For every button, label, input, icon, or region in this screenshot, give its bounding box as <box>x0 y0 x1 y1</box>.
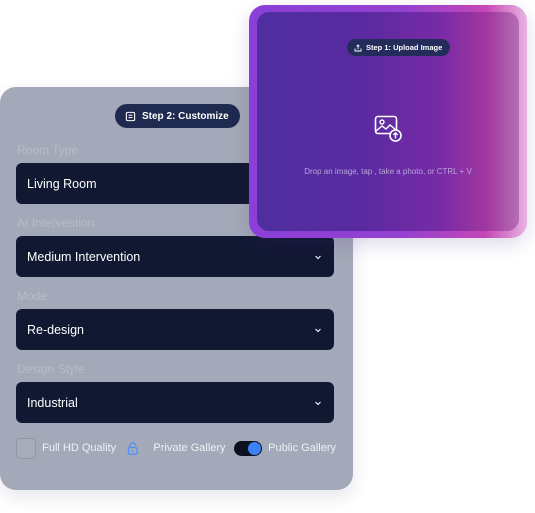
lock-icon <box>127 441 138 455</box>
toggle-knob <box>248 441 262 455</box>
ai-intervention-value: Medium Intervention <box>27 249 141 264</box>
mode-label: Mode <box>17 289 48 303</box>
mode-value: Re-design <box>27 322 84 337</box>
design-style-select[interactable]: Industrial <box>16 382 334 423</box>
options-row: Full HD Quality Private Gallery Public G… <box>16 437 336 459</box>
upload-hint: Drop an image, tap , take a photo, or CT… <box>304 167 472 176</box>
step2-badge-label: Step 2: Customize <box>142 110 229 122</box>
chevron-down-icon <box>315 401 321 405</box>
upload-icon <box>354 43 362 51</box>
chevron-down-icon <box>315 328 321 332</box>
full-hd-label: Full HD Quality <box>42 442 117 454</box>
step1-badge: Step 1: Upload Image <box>347 39 451 56</box>
room-type-value: Living Room <box>27 176 97 191</box>
full-hd-checkbox[interactable] <box>16 437 37 459</box>
upload-card: Step 1: Upload Image Drop an image, tap … <box>249 5 527 238</box>
ai-intervention-label: AI Intervention <box>17 216 95 230</box>
step2-badge: Step 2: Customize <box>115 104 240 128</box>
upload-dropzone[interactable]: Step 1: Upload Image Drop an image, tap … <box>257 12 519 231</box>
room-type-label: Room Type <box>17 143 79 157</box>
step1-badge-label: Step 1: Upload Image <box>366 43 443 52</box>
image-upload-icon <box>374 115 402 142</box>
document-icon <box>125 111 136 121</box>
private-gallery-label: Private Gallery <box>153 442 226 454</box>
ai-intervention-select[interactable]: Medium Intervention <box>16 236 334 277</box>
public-gallery-label: Public Gallery <box>268 442 337 454</box>
mode-select[interactable]: Re-design <box>16 309 334 350</box>
design-style-value: Industrial <box>27 395 78 410</box>
chevron-down-icon <box>315 255 321 259</box>
design-style-label: Design Style <box>17 362 85 376</box>
gallery-visibility-toggle[interactable] <box>233 440 263 456</box>
